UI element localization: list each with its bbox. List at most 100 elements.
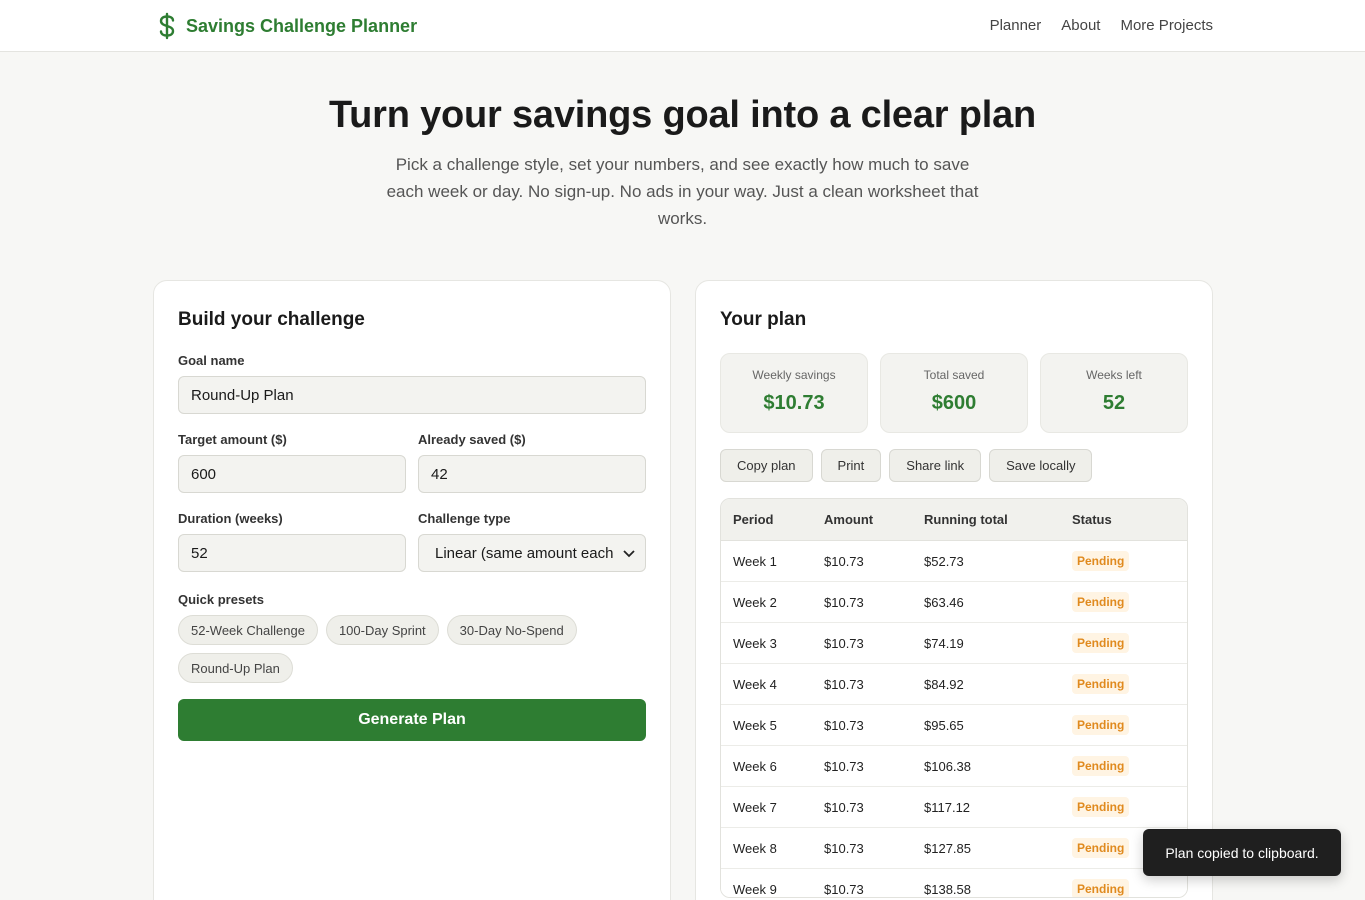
- stat-weeks-left: Weeks left 52: [1040, 353, 1188, 433]
- plan-card: Your plan Weekly savings $10.73 Total sa…: [695, 280, 1213, 900]
- running-total-cell: $63.46: [924, 594, 964, 610]
- table-header: Period Amount Running total Status: [721, 499, 1187, 541]
- goal-name-input[interactable]: Round-Up Plan: [178, 376, 646, 414]
- main-nav: Planner About More Projects: [990, 17, 1213, 34]
- status-cell: Pending: [1072, 879, 1187, 897]
- table-row: Week 5 $10.73 $95.65 Pending: [721, 705, 1187, 746]
- table-row: Week 1 $10.73 $52.73 Pending: [721, 541, 1187, 582]
- stat-label: Weekly savings: [752, 368, 836, 382]
- share-link-button[interactable]: Share link: [889, 449, 982, 482]
- duration-label: Duration (weeks): [178, 511, 283, 526]
- plan-table[interactable]: Period Amount Running total Status Week …: [720, 498, 1188, 898]
- running-total-cell: $52.73: [924, 553, 964, 569]
- table-row: Week 8 $10.73 $127.85 Pending: [721, 828, 1187, 869]
- column-header-status: Status: [1072, 512, 1112, 527]
- plan-title: Your plan: [720, 309, 807, 330]
- preset-round-up-plan[interactable]: Round-Up Plan: [178, 653, 293, 683]
- table-row: Week 2 $10.73 $63.46 Pending: [721, 582, 1187, 623]
- hero: Turn your savings goal into a clear plan…: [0, 52, 1365, 232]
- quick-presets-label: Quick presets: [178, 592, 264, 607]
- table-row: Week 9 $10.73 $138.58 Pending: [721, 869, 1187, 897]
- status-badge: Pending: [1072, 756, 1130, 776]
- amount-cell: $10.73: [824, 758, 864, 774]
- column-header-period: Period: [733, 512, 774, 527]
- running-total-cell: $84.92: [924, 676, 964, 692]
- builder-title: Build your challenge: [178, 309, 365, 330]
- target-amount-label: Target amount ($): [178, 432, 287, 447]
- status-badge: Pending: [1072, 838, 1130, 858]
- hero-subtitle: Pick a challenge style, set your numbers…: [386, 155, 979, 228]
- preset-100-day-sprint[interactable]: 100-Day Sprint: [325, 615, 439, 645]
- duration-input[interactable]: 52: [178, 534, 406, 572]
- status-badge: Pending: [1072, 879, 1130, 897]
- table-row: Week 7 $10.73 $117.12 Pending: [721, 787, 1187, 828]
- dollar-sign-icon: [156, 12, 178, 40]
- status-badge: Pending: [1072, 674, 1130, 694]
- plan-actions: Copy plan Print Share link Save locally: [720, 449, 1188, 482]
- goal-name-label: Goal name: [178, 353, 245, 368]
- copy-plan-button[interactable]: Copy plan: [720, 449, 813, 482]
- period-cell: Week 8: [733, 840, 777, 856]
- stat-value: $10.73: [763, 392, 825, 414]
- save-locally-button[interactable]: Save locally: [989, 449, 1093, 482]
- brand-name: Savings Challenge Planner: [186, 15, 418, 36]
- table-row: Week 6 $10.73 $106.38 Pending: [721, 746, 1187, 787]
- builder-card: Build your challenge Goal name Round-Up …: [153, 280, 671, 900]
- status-cell: Pending: [1072, 756, 1187, 776]
- status-cell: Pending: [1072, 797, 1187, 817]
- already-saved-input[interactable]: 42: [418, 455, 646, 493]
- amount-cell: $10.73: [824, 553, 864, 569]
- nav-link-planner[interactable]: Planner: [990, 17, 1042, 34]
- amount-cell: $10.73: [824, 881, 864, 897]
- table-row: Week 3 $10.73 $74.19 Pending: [721, 623, 1187, 664]
- amount-cell: $10.73: [824, 799, 864, 815]
- status-badge: Pending: [1072, 592, 1130, 612]
- table-body: Week 1 $10.73 $52.73 Pending Week 2 $10.73 $63…: [721, 541, 1187, 897]
- nav-link-about[interactable]: About: [1061, 17, 1100, 34]
- target-amount-input[interactable]: 600: [178, 455, 406, 493]
- status-badge: Pending: [1072, 797, 1130, 817]
- challenge-type-select[interactable]: Linear (same amount each: [418, 534, 646, 572]
- column-header-amount: Amount: [824, 512, 874, 527]
- preset-52-week-challenge[interactable]: 52-Week Challenge: [178, 615, 318, 645]
- nav-link-more-projects[interactable]: More Projects: [1120, 17, 1213, 34]
- table-row: Week 4 $10.73 $84.92 Pending: [721, 664, 1187, 705]
- running-total-cell: $127.85: [924, 840, 971, 856]
- preset-30-day-no-spend[interactable]: 30-Day No-Spend: [446, 615, 577, 645]
- top-bar: Savings Challenge Planner Planner About …: [0, 0, 1365, 52]
- period-cell: Week 6: [733, 758, 777, 774]
- status-badge: Pending: [1072, 551, 1130, 571]
- amount-cell: $10.73: [824, 594, 864, 610]
- status-cell: Pending: [1072, 633, 1187, 653]
- chevron-down-icon: [623, 545, 635, 562]
- stat-total-saved: Total saved $600: [880, 353, 1028, 433]
- running-total-cell: $74.19: [924, 635, 964, 651]
- status-cell: Pending: [1072, 551, 1187, 571]
- brand[interactable]: Savings Challenge Planner: [156, 12, 417, 40]
- period-cell: Week 5: [733, 717, 777, 733]
- running-total-cell: $117.12: [924, 799, 971, 815]
- status-badge: Pending: [1072, 633, 1130, 653]
- period-cell: Week 1: [733, 553, 777, 569]
- period-cell: Week 9: [733, 881, 777, 897]
- amount-cell: $10.73: [824, 840, 864, 856]
- already-saved-label: Already saved ($): [418, 432, 526, 447]
- period-cell: Week 4: [733, 676, 777, 692]
- running-total-cell: $95.65: [924, 717, 964, 733]
- print-button[interactable]: Print: [820, 449, 882, 482]
- challenge-type-label: Challenge type: [418, 511, 511, 526]
- status-cell: Pending: [1072, 715, 1187, 735]
- stat-label: Weeks left: [1086, 368, 1142, 382]
- column-header-running-total: Running total: [924, 512, 1008, 527]
- challenge-type-value: Linear (same amount each: [435, 544, 614, 562]
- stat-label: Total saved: [923, 368, 985, 382]
- period-cell: Week 2: [733, 594, 777, 610]
- status-badge: Pending: [1072, 715, 1130, 735]
- status-cell: Pending: [1072, 674, 1187, 694]
- preset-chips: 52-Week Challenge 100-Day Sprint 30-Day …: [178, 615, 598, 683]
- amount-cell: $10.73: [824, 676, 864, 692]
- period-cell: Week 3: [733, 635, 777, 651]
- amount-cell: $10.73: [824, 717, 864, 733]
- stat-value: 52: [1102, 392, 1126, 414]
- generate-plan-button[interactable]: Generate Plan: [178, 699, 646, 741]
